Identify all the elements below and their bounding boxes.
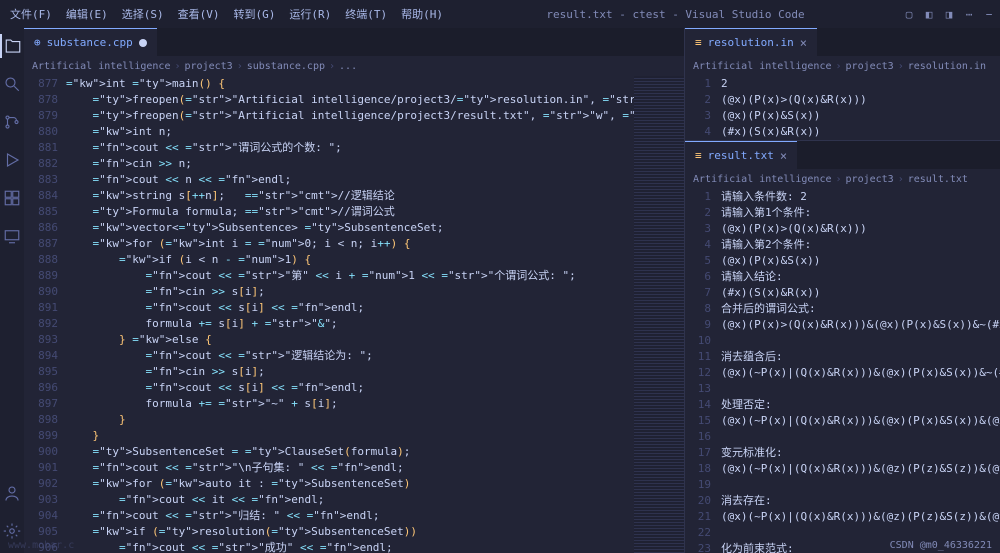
explorer-icon[interactable] [0,34,24,58]
code-line: 4(#x)(S(x)&R(x)) [691,124,1000,140]
title-bar: 文件(F)编辑(E)选择(S)查看(V)转到(G)运行(R)终端(T)帮助(H)… [0,0,1000,28]
code-line: 2(@x)(P(x)>(Q(x)&R(x))) [691,92,1000,108]
menu-item[interactable]: 文件(F) [4,4,58,24]
code-line: 5(@x)(P(x)&S(x)) [691,253,1000,269]
run-debug-icon[interactable] [0,148,24,172]
tab-resolution-in[interactable]: ≡ resolution.in × [685,28,817,56]
tab-label: resolution.in [708,36,794,49]
search-icon[interactable] [0,72,24,96]
right-top-tab-bar: ≡ resolution.in × [685,28,1000,56]
menu-item[interactable]: 选择(S) [116,4,170,24]
extensions-icon[interactable] [0,186,24,210]
modified-dot-icon [139,39,147,47]
right-top-code-area[interactable]: 122(@x)(P(x)>(Q(x)&R(x)))3(@x)(P(x)&S(x)… [685,76,1000,140]
menu-item[interactable]: 运行(R) [283,4,337,24]
breadcrumb-item[interactable]: Artificial intelligence [32,61,170,72]
watermark: www.mobar.c [8,540,74,551]
right-bottom-tab-bar: ≡ result.txt × [685,141,1000,169]
left-breadcrumb[interactable]: Artificial intelligence›project3›substan… [24,56,684,76]
right-bottom-breadcrumb[interactable]: Artificial intelligence›project3›result.… [685,169,1000,189]
breadcrumb-item[interactable]: substance.cpp [247,61,325,72]
breadcrumb-item[interactable]: Artificial intelligence [693,61,831,72]
close-icon[interactable]: × [780,149,787,163]
menu-item[interactable]: 查看(V) [172,4,226,24]
right-top-pane: ≡ resolution.in × Artificial intelligenc… [685,28,1000,141]
source-control-icon[interactable] [0,110,24,134]
right-bottom-code[interactable]: 1请输入条件数: 22请输入第1个条件:3(@x)(P(x)>(Q(x)&R(x… [685,189,1000,553]
code-line: 1请输入条件数: 2 [691,189,1000,205]
code-line: 6请输入结论: [691,269,1000,285]
code-line: 21(@x)(~P(x)|(Q(x)&R(x)))&(@z)(P(z)&S(z)… [691,509,1000,525]
code-line: 4请输入第2个条件: [691,237,1000,253]
activity-bar [0,28,24,553]
window-controls: ▢ ◧ ◨ ⋯ − [902,7,996,21]
code-line: 12 [691,76,1000,92]
code-line: 9(@x)(P(x)>(Q(x)&R(x)))&(@x)(P(x)&S(x))&… [691,317,1000,333]
menu-item[interactable]: 编辑(E) [60,4,114,24]
window-title: result.txt - ctest - Visual Studio Code [449,8,902,21]
tab-substance-cpp[interactable]: ⊕ substance.cpp [24,28,157,56]
minimize-icon[interactable]: − [982,7,996,21]
right-top-code[interactable]: 122(@x)(P(x)>(Q(x)&R(x)))3(@x)(P(x)&S(x)… [685,76,1000,140]
code-line: 20消去存在: [691,493,1000,509]
account-icon[interactable] [0,481,24,505]
menu-item[interactable]: 帮助(H) [395,4,449,24]
code-line: 14处理否定: [691,397,1000,413]
minimap[interactable] [634,76,684,553]
right-bottom-pane: ≡ result.txt × Artificial intelligence›p… [685,141,1000,553]
code-line: 8合并后的谓词公式: [691,301,1000,317]
code-line: 13 [691,381,1000,397]
code-line: 10 [691,333,1000,349]
right-panes: ≡ resolution.in × Artificial intelligenc… [685,28,1000,553]
code-line: 18(@x)(~P(x)|(Q(x)&R(x)))&(@z)(P(z)&S(z)… [691,461,1000,477]
menu-bar: 文件(F)编辑(E)选择(S)查看(V)转到(G)运行(R)终端(T)帮助(H) [4,4,449,24]
cpp-file-icon: ⊕ [34,36,41,49]
breadcrumb-item[interactable]: result.txt [908,174,968,185]
layout-icon-3[interactable]: ◨ [942,7,956,21]
code-line: 22 [691,525,1000,541]
layout-icon-1[interactable]: ▢ [902,7,916,21]
main-area: ⊕ substance.cpp Artificial intelligence›… [0,28,1000,553]
close-icon[interactable]: × [800,36,807,50]
breadcrumb-item[interactable]: project3 [846,174,894,185]
right-top-breadcrumb[interactable]: Artificial intelligence›project3›resolut… [685,56,1000,76]
menu-item[interactable]: 转到(G) [228,4,282,24]
code-line: 15(@x)(~P(x)|(Q(x)&R(x)))&(@x)(P(x)&S(x)… [691,413,1000,429]
breadcrumb-item[interactable]: resolution.in [908,61,986,72]
breadcrumb-item[interactable]: project3 [185,61,233,72]
file-icon: ≡ [695,149,702,162]
code-line: 17变元标准化: [691,445,1000,461]
code-line: 19 [691,477,1000,493]
left-code[interactable]: ="kw">int ="ty">main() { ="ty">freopen(=… [66,76,634,553]
breadcrumb-item[interactable]: Artificial intelligence [693,174,831,185]
tab-result-txt[interactable]: ≡ result.txt × [685,141,797,169]
tab-label: substance.cpp [47,36,133,49]
code-line: 11消去蕴含后: [691,349,1000,365]
left-code-area[interactable]: 8778788798808818828838848858868878888898… [24,76,684,553]
code-line: 12(@x)(~P(x)|(Q(x)&R(x)))&(@x)(P(x)&S(x)… [691,365,1000,381]
menu-item[interactable]: 终端(T) [339,4,393,24]
left-gutter: 8778788798808818828838848858868878888898… [24,76,66,553]
layout-icon-2[interactable]: ◧ [922,7,936,21]
code-line: 16 [691,429,1000,445]
code-line: 7(#x)(S(x)&R(x)) [691,285,1000,301]
remote-icon[interactable] [0,224,24,248]
editor-area: ⊕ substance.cpp Artificial intelligence›… [24,28,1000,553]
breadcrumb-item[interactable]: project3 [846,61,894,72]
csdn-watermark: CSDN @m0_46336221 [890,540,992,551]
file-icon: ≡ [695,36,702,49]
code-line: 3(@x)(P(x)&S(x)) [691,108,1000,124]
tab-label: result.txt [708,149,774,162]
left-tab-bar: ⊕ substance.cpp [24,28,684,56]
code-line: 3(@x)(P(x)>(Q(x)&R(x))) [691,221,1000,237]
breadcrumb-item[interactable]: ... [339,61,357,72]
more-icon[interactable]: ⋯ [962,7,976,21]
code-line: 2请输入第1个条件: [691,205,1000,221]
right-bottom-code-area[interactable]: 1请输入条件数: 22请输入第1个条件:3(@x)(P(x)>(Q(x)&R(x… [685,189,1000,553]
left-editor-pane: ⊕ substance.cpp Artificial intelligence›… [24,28,685,553]
